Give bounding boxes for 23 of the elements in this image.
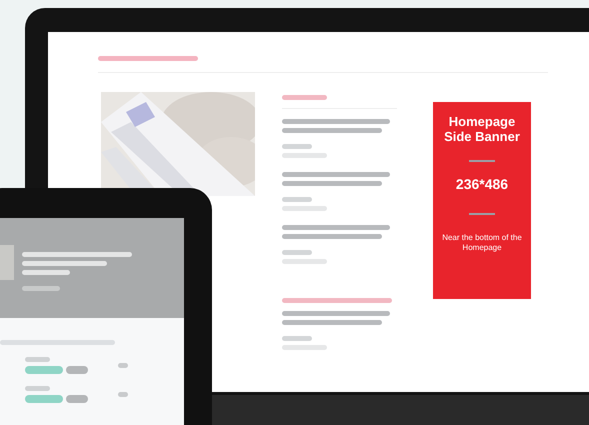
blurred-text-line [22,286,60,291]
blurred-text-line [66,366,88,374]
thumbnail [0,245,14,280]
blurred-text-line [282,259,327,264]
blurred-text-line [282,197,312,202]
blurred-text-line [25,395,63,403]
blurred-text-line [282,144,312,149]
banner-size: 236*486 [456,175,508,194]
blurred-text-line [282,153,327,158]
banner-title: Homepage Side Banner [443,114,521,144]
blurred-text-line [282,345,327,350]
blurred-text-line [25,386,50,391]
blurred-text-line [25,366,63,374]
blurred-text-line [118,363,128,368]
blurred-text-line [25,357,50,362]
blurred-text-line [22,270,70,275]
blurred-text-line [282,250,312,255]
blurred-text-line [66,395,88,403]
blurred-text-line [282,95,327,100]
banner-note: Near the bottom of the Homepage [442,233,522,253]
blurred-text-line [282,206,327,211]
blurred-text-line [282,336,312,341]
blurred-text-line [118,392,128,397]
